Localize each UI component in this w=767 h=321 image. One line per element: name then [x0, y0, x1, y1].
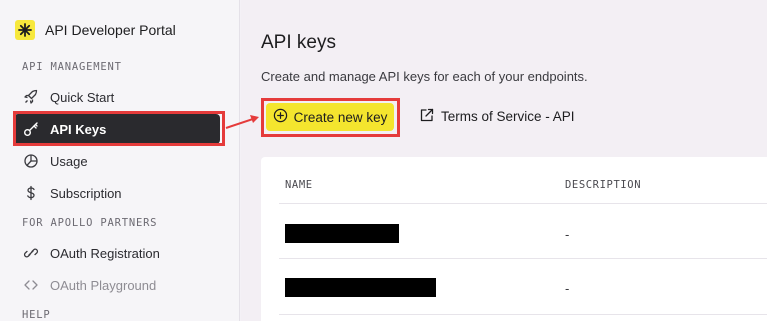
section-label-api-management: API MANAGEMENT: [22, 61, 122, 73]
key-description: -: [565, 281, 570, 296]
redacted-key-name: [285, 278, 436, 297]
code-brackets-icon: [22, 276, 40, 294]
terms-of-service-link[interactable]: Terms of Service - API: [419, 107, 575, 126]
table-divider: [279, 314, 767, 315]
redacted-key-name: [285, 224, 399, 243]
sidebar: API Developer Portal API MANAGEMENT Quic…: [0, 0, 240, 321]
pie-chart-icon: [22, 152, 40, 170]
link-icon: [22, 244, 40, 262]
apollo-logo-icon: [15, 20, 35, 40]
column-header-description: DESCRIPTION: [565, 179, 642, 191]
dollar-icon: [22, 184, 40, 202]
sidebar-item-label: Quick Start: [50, 89, 115, 105]
sidebar-item-quick-start[interactable]: Quick Start: [14, 82, 220, 112]
external-link-icon: [419, 107, 435, 126]
page-title: API keys: [261, 32, 336, 53]
column-header-name: NAME: [285, 179, 313, 191]
sidebar-item-label: API Keys: [50, 121, 107, 137]
sidebar-item-oauth-playground[interactable]: OAuth Playground: [14, 270, 220, 300]
plus-circle-icon: [273, 108, 288, 126]
create-new-key-label: Create new key: [293, 109, 388, 125]
sidebar-item-label: OAuth Registration: [50, 245, 160, 261]
sidebar-item-label: OAuth Playground: [50, 277, 157, 293]
rocket-icon: [22, 88, 40, 106]
sidebar-item-label: Usage: [50, 153, 88, 169]
main-content: API keys Create and manage API keys for …: [241, 0, 767, 321]
sidebar-item-usage[interactable]: Usage: [14, 146, 220, 176]
create-new-key-button[interactable]: Create new key: [266, 103, 394, 131]
page-description: Create and manage API keys for each of y…: [261, 69, 588, 84]
table-divider: [279, 203, 767, 204]
sidebar-item-api-keys[interactable]: API Keys: [14, 114, 220, 144]
brand-title: API Developer Portal: [45, 22, 176, 38]
sidebar-item-subscription[interactable]: Subscription: [14, 178, 220, 208]
section-label-help: HELP: [22, 309, 51, 321]
table-divider: [279, 258, 767, 259]
brand[interactable]: API Developer Portal: [15, 20, 176, 40]
terms-of-service-label: Terms of Service - API: [441, 109, 575, 124]
key-icon: [22, 120, 40, 138]
sidebar-item-oauth-registration[interactable]: OAuth Registration: [14, 238, 220, 268]
section-label-apollo-partners: FOR APOLLO PARTNERS: [22, 217, 158, 229]
api-keys-table: NAME DESCRIPTION - -: [261, 157, 767, 321]
sidebar-item-label: Subscription: [50, 185, 122, 201]
key-description: -: [565, 227, 570, 242]
